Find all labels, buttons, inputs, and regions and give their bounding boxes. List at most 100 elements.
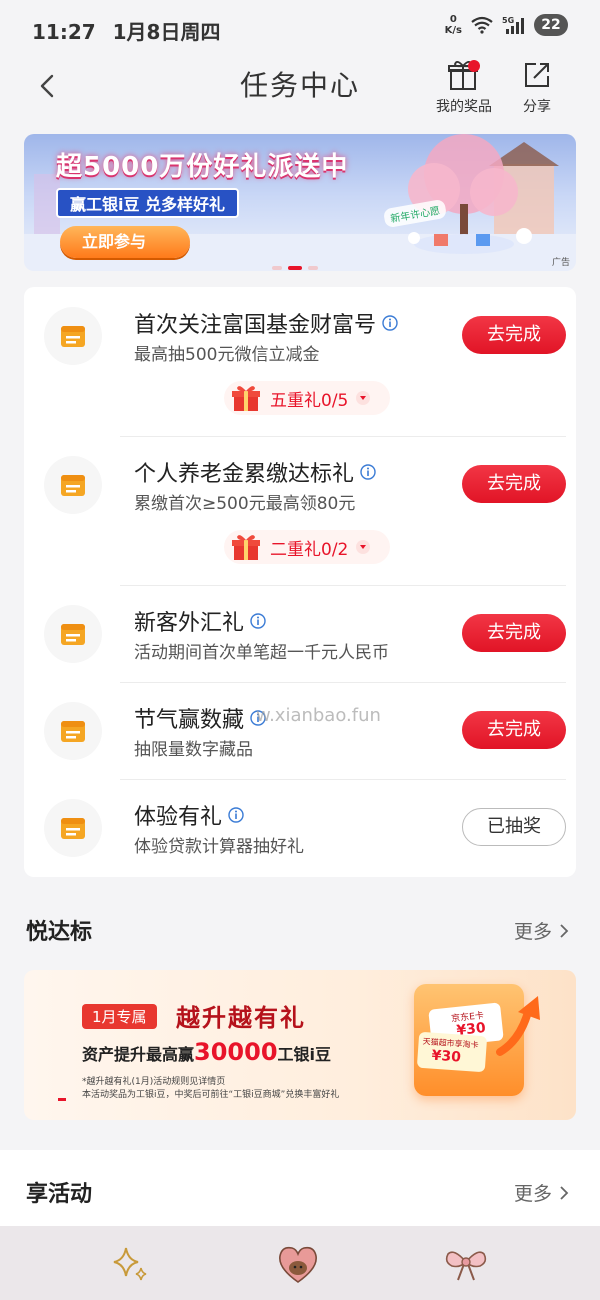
bow-icon <box>445 1251 487 1281</box>
watermark: w.xianbao.fun <box>256 705 381 726</box>
task-title-text: 体验有礼 <box>134 805 223 830</box>
go-complete-button[interactable]: 去完成 <box>462 465 566 503</box>
tier-reward-toggle[interactable]: 二重礼0/2 <box>224 530 390 564</box>
status-time: 11:27 <box>32 20 96 44</box>
promo-note: 本活动奖品为工银i豆，中奖后可前往“工银i豆商城”兑换丰富好礼 <box>82 1090 340 1100</box>
task-calendar-icon <box>44 799 102 857</box>
bottom-nav <box>0 1226 600 1300</box>
task-description: 最高抽500元微信立减金 <box>134 345 320 365</box>
page-title: 任务中心 <box>239 69 360 102</box>
carousel-dot <box>272 266 282 270</box>
task-description: 抽限量数字藏品 <box>134 740 253 760</box>
status-bar: 11:27 1月8日周四 0 K/s 5G 22 <box>0 0 600 56</box>
more-label: 更多 <box>513 921 552 943</box>
info-icon[interactable] <box>360 464 376 480</box>
tier-text: 二重礼0/2 <box>270 539 349 560</box>
task-title: 首次关注富国基金财富号 <box>134 307 398 339</box>
join-now-button[interactable]: 立即参与 <box>60 226 190 258</box>
carousel-dot-active <box>288 266 302 270</box>
chevron-right-icon <box>560 923 569 938</box>
divider <box>120 436 566 437</box>
more-label: 更多 <box>513 1183 552 1205</box>
tier-text: 五重礼0/5 <box>270 390 349 411</box>
heart-bear-icon <box>279 1246 317 1283</box>
net-speed: 0 K/s <box>445 14 462 36</box>
section-title-activity: 享活动 <box>26 1182 93 1207</box>
battery-icon: 22 <box>534 14 568 36</box>
ad-label: 广告 <box>551 258 570 268</box>
carousel-dot <box>308 266 318 270</box>
nav-bow[interactable] <box>444 1244 488 1284</box>
task-title: 个人养老金累缴达标礼 <box>134 456 376 488</box>
wifi-icon <box>471 16 493 34</box>
chevron-down-icon <box>356 391 371 405</box>
already-drawn-button[interactable]: 已抽奖 <box>462 808 566 846</box>
task-calendar-icon <box>44 456 102 514</box>
divider <box>120 779 566 780</box>
more-link-yuedabiao[interactable]: 更多 <box>514 917 570 944</box>
nav-sparkle[interactable] <box>108 1244 152 1284</box>
task-calendar-icon <box>44 702 102 760</box>
share-icon <box>525 63 549 87</box>
promo-card-yuedabiao[interactable]: 1月专属 越升越有礼 资产提升最高赢30000工银i豆 *越升越有礼(1月)活动… <box>24 970 576 1120</box>
banner-subtitle: 赢工银i豆 兑多样好礼 <box>56 188 240 218</box>
task-calendar-icon <box>44 605 102 663</box>
promo-tag: 1月专属 <box>82 1004 157 1029</box>
task-title-text: 个人养老金累缴达标礼 <box>134 462 355 487</box>
promo-line: 资产提升最高赢30000工银i豆 <box>82 1038 331 1066</box>
task-title: 新客外汇礼 <box>134 605 266 637</box>
sparkle-icon <box>113 1247 147 1281</box>
task-description: 累缴首次≥500元最高领80元 <box>134 494 356 514</box>
promo-banner[interactable]: 超5000万份好礼派送中 赢工银i豆 兑多样好礼 立即参与 新年许心愿 广告 <box>24 134 576 271</box>
more-link-activity[interactable]: 更多 <box>514 1179 570 1206</box>
gift-box-icon <box>232 386 260 411</box>
info-icon[interactable] <box>228 807 244 823</box>
task-title: 节气赢数藏 <box>134 702 266 734</box>
tmall-card: 天猫超市享淘卡 ¥30 <box>416 1031 488 1073</box>
promo-mark <box>58 1098 66 1101</box>
chevron-down-icon <box>356 540 371 554</box>
divider <box>120 682 566 683</box>
divider <box>120 585 566 586</box>
promo-line-prefix: 资产提升最高赢 <box>82 1045 195 1064</box>
net-speed-value: 0 <box>449 14 457 25</box>
notification-dot <box>468 60 480 72</box>
go-complete-button[interactable]: 去完成 <box>462 614 566 652</box>
banner-title: 超5000万份好礼派送中 <box>56 152 349 182</box>
net-speed-unit: K/s <box>444 25 462 36</box>
task-title: 体验有礼 <box>134 799 244 831</box>
activity-section: 享活动 更多 <box>0 1150 600 1226</box>
task-description: 体验贷款计算器抽好礼 <box>134 837 304 857</box>
go-complete-button[interactable]: 去完成 <box>462 711 566 749</box>
tier-reward-toggle[interactable]: 五重礼0/5 <box>224 381 390 415</box>
share-label: 分享 <box>523 99 551 115</box>
task-calendar-icon <box>44 307 102 365</box>
status-time-date: 11:27 1月8日周四 <box>32 16 220 45</box>
page-header: 任务中心 我的奖品 分享 <box>0 56 600 120</box>
task-title-text: 新客外汇礼 <box>134 611 245 636</box>
svg-text:5G: 5G <box>502 16 514 25</box>
promo-note: *越升越有礼(1月)活动规则见详情页 <box>82 1077 226 1087</box>
share-button[interactable]: 分享 <box>520 58 554 116</box>
promo-line-number: 30000 <box>194 1038 278 1066</box>
status-date: 1月8日周四 <box>112 20 221 44</box>
section-title-yuedabiao: 悦达标 <box>26 920 93 945</box>
arrow-up-illustration <box>496 996 540 1056</box>
status-indicators: 0 K/s 5G 22 <box>445 14 568 36</box>
task-description: 活动期间首次单笔超一千元人民币 <box>134 643 389 663</box>
go-complete-button[interactable]: 去完成 <box>462 316 566 354</box>
carousel-indicator <box>272 266 318 270</box>
chevron-right-icon <box>560 1185 569 1200</box>
task-title-text: 节气赢数藏 <box>134 708 245 733</box>
info-icon[interactable] <box>250 613 266 629</box>
task-title-text: 首次关注富国基金财富号 <box>134 313 377 338</box>
promo-title: 越升越有礼 <box>176 1004 306 1032</box>
nav-heart[interactable] <box>276 1244 320 1284</box>
my-prizes-label: 我的奖品 <box>436 99 492 115</box>
tmall-card-value: ¥30 <box>431 1047 462 1066</box>
info-icon[interactable] <box>382 315 398 331</box>
promo-line-suffix: 工银i豆 <box>277 1045 332 1064</box>
gift-box-icon <box>232 535 260 560</box>
my-prizes-button[interactable]: 我的奖品 <box>436 58 492 116</box>
signal-5g-icon: 5G <box>502 16 524 34</box>
